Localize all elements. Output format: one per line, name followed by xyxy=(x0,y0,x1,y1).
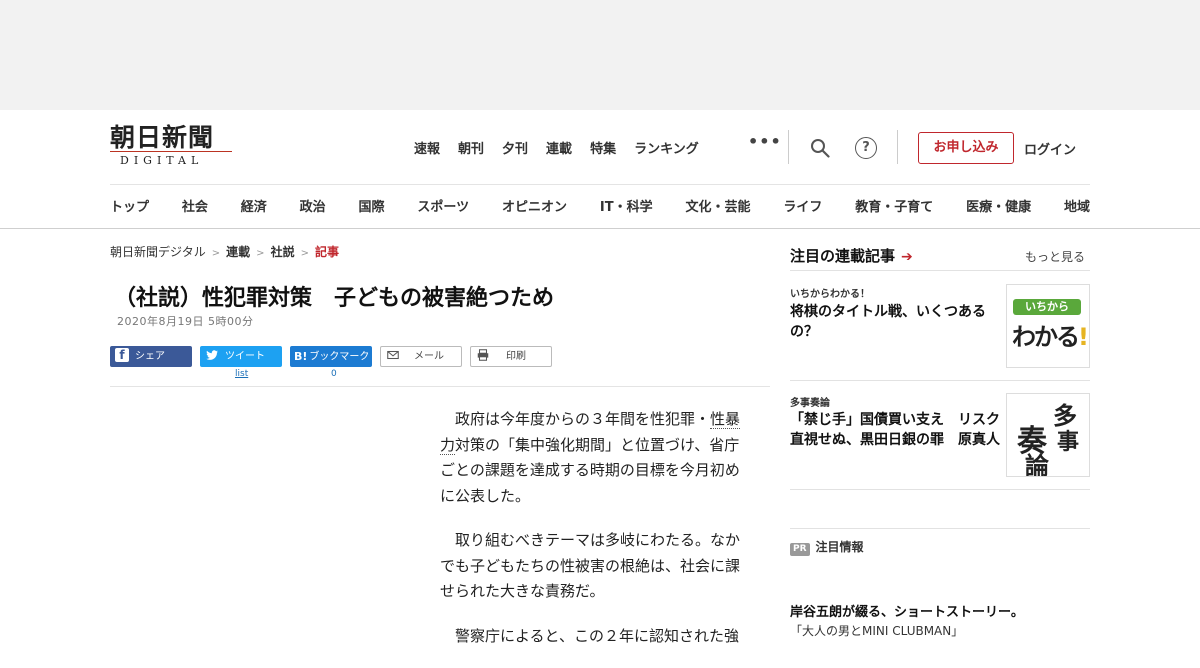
facebook-share-label: シェア xyxy=(135,351,165,362)
logo-wordmark: 朝日新聞 xyxy=(110,123,215,152)
breadcrumb-rensai[interactable]: 連載 xyxy=(226,245,250,259)
printer-icon xyxy=(477,349,489,361)
breadcrumb-shasetsu[interactable]: 社説 xyxy=(271,245,295,259)
print-label: 印刷 xyxy=(506,351,526,362)
pr-label: 注目情報 xyxy=(815,540,864,554)
pr-item-title[interactable]: 岸谷五朗が綴る、ショートストーリー。 xyxy=(790,601,1024,620)
thumbnail-label: いちから xyxy=(1013,299,1081,315)
cat-education[interactable]: 教育・子育て xyxy=(855,196,933,215)
topnav-tokushu[interactable]: 特集 xyxy=(590,138,616,157)
sidebar-item-kicker[interactable]: いちからわかる！ xyxy=(790,285,870,300)
hatena-bookmark-button[interactable]: B! ブックマーク xyxy=(290,346,372,367)
cat-it-science[interactable]: IT・科学 xyxy=(600,196,653,215)
cat-economy[interactable]: 経済 xyxy=(241,196,267,215)
article-paragraph: 取り組むべきテーマは多岐にわたる。なかでも子どもたちの性被害の根絶は、社会に課せ… xyxy=(440,531,741,600)
cat-opinion[interactable]: オピニオン xyxy=(502,196,567,215)
subscribe-button[interactable]: お申し込み xyxy=(918,132,1014,164)
mail-share-label: メール xyxy=(414,351,444,362)
top-nav: 速報 朝刊 夕刊 連載 特集 ランキング xyxy=(414,138,717,157)
cat-politics[interactable]: 政治 xyxy=(300,196,326,215)
calligraphy-char: 事 xyxy=(1057,429,1080,455)
sidebar-divider xyxy=(790,380,1090,381)
facebook-icon: f xyxy=(115,348,129,362)
sidebar-item-title[interactable]: 「禁じ手」国債買い支え リスク直視せぬ、黒田日銀の罪 原真人 xyxy=(790,410,1002,450)
more-menu-icon[interactable]: ••• xyxy=(748,132,782,151)
logo-subtitle: DIGITAL xyxy=(110,151,250,167)
cat-sports[interactable]: スポーツ xyxy=(417,196,469,215)
arrow-right-icon: ➔ xyxy=(901,249,913,265)
sidebar-item-title[interactable]: 将棋のタイトル戦、いくつあるの？ xyxy=(790,302,1002,342)
twitter-share-label: ツイート xyxy=(225,351,265,362)
article-paragraph: 警察庁によると、この２年に認知された強 xyxy=(455,626,739,645)
hatena-bookmark-count[interactable]: 0 xyxy=(331,369,337,379)
sidebar-item-kicker[interactable]: 多事奏論 xyxy=(790,394,830,409)
header-divider xyxy=(897,130,898,164)
search-icon[interactable] xyxy=(810,138,830,158)
sidebar-divider xyxy=(790,270,1090,271)
cat-health[interactable]: 医療・健康 xyxy=(966,196,1031,215)
article-separator xyxy=(110,386,770,387)
twitter-count-link[interactable]: list xyxy=(235,369,248,379)
cat-culture[interactable]: 文化・芸能 xyxy=(685,196,750,215)
breadcrumb-separator: > xyxy=(300,248,309,259)
thumbnail-title-text: わかる xyxy=(1012,323,1080,351)
breadcrumb-separator: > xyxy=(211,248,221,259)
breadcrumb-home[interactable]: 朝日新聞デジタル xyxy=(110,245,206,259)
hatena-bookmark-label: ブックマーク xyxy=(309,351,370,363)
sidebar-more-link[interactable]: もっと見る xyxy=(1025,248,1085,265)
header-divider xyxy=(788,130,789,164)
paragraph-text: 対策の「集中強化期間」と位置づけ、省庁ごとの課題を達成する時期の目標を今月初めに… xyxy=(440,435,740,505)
facebook-share-button[interactable]: f シェア xyxy=(110,346,192,367)
site-logo[interactable]: 朝日新聞 DIGITAL xyxy=(110,124,250,172)
sidebar-heading[interactable]: 注目の連載記事 ➔ xyxy=(790,245,913,266)
paragraph-text: 政府は今年度からの３年間を性犯罪・ xyxy=(455,410,711,428)
pr-badge: PR xyxy=(790,543,810,556)
breadcrumb-current: 記事 xyxy=(314,245,339,259)
cat-society[interactable]: 社会 xyxy=(182,196,208,215)
pr-section-heading: PR 注目情報 xyxy=(790,538,864,556)
cat-international[interactable]: 国際 xyxy=(359,196,385,215)
hatena-bookmark-icon: B! xyxy=(294,350,308,363)
calligraphy-char: 論 xyxy=(1025,451,1049,477)
topnav-sokuho[interactable]: 速報 xyxy=(414,138,440,157)
article-title: （社説）性犯罪対策 子どもの被害絶つため xyxy=(114,286,555,311)
login-link[interactable]: ログイン xyxy=(1024,139,1076,158)
sidebar-divider xyxy=(790,528,1090,529)
print-button[interactable]: 印刷 xyxy=(470,346,552,367)
thumbnail-title: わかる! xyxy=(1012,317,1089,352)
help-icon[interactable]: ? xyxy=(855,137,877,159)
article-paragraph: 政府は今年度からの３年間を性犯罪・性暴力対策の「集中強化期間」と位置づけ、省庁ご… xyxy=(440,407,752,509)
sidebar-heading-text: 注目の連載記事 xyxy=(790,247,896,265)
topnav-choukan[interactable]: 朝刊 xyxy=(458,138,484,157)
cat-region[interactable]: 地域 xyxy=(1064,196,1090,215)
topnav-rensai[interactable]: 連載 xyxy=(546,138,572,157)
breadcrumb-separator: > xyxy=(256,248,265,259)
sidebar-divider xyxy=(790,489,1090,490)
article-date: 2020年8月19日 5時00分 xyxy=(117,315,254,328)
header-separator xyxy=(110,184,1090,185)
sidebar-item-thumbnail[interactable]: 多 奏 事 論 xyxy=(1006,393,1090,477)
breadcrumb: 朝日新聞デジタル > 連載 > 社説 > 記事 xyxy=(110,243,339,260)
cat-life[interactable]: ライフ xyxy=(783,196,822,215)
topnav-yuukan[interactable]: 夕刊 xyxy=(502,138,528,157)
topnav-ranking[interactable]: ランキング xyxy=(634,138,699,157)
article-body: 政府は今年度からの３年間を性犯罪・性暴力対策の「集中強化期間」と位置づけ、省庁ご… xyxy=(440,407,752,668)
category-nav: トップ 社会 経済 政治 国際 スポーツ オピニオン IT・科学 文化・芸能 ラ… xyxy=(110,196,1090,215)
twitter-bird-icon xyxy=(206,350,218,360)
cat-top[interactable]: トップ xyxy=(110,196,149,215)
pr-item-subtitle[interactable]: 「大人の男とMINI CLUBMAN」 xyxy=(790,622,963,639)
twitter-share-button[interactable]: ツイート xyxy=(200,346,282,367)
ad-banner-area xyxy=(0,0,1200,110)
site-header: 朝日新聞 DIGITAL 速報 朝刊 夕刊 連載 特集 ランキング ••• ? … xyxy=(0,110,1200,229)
mail-icon xyxy=(387,350,399,360)
thumbnail-exclamation: ! xyxy=(1078,323,1089,351)
mail-share-button[interactable]: メール xyxy=(380,346,462,367)
sidebar-item-thumbnail[interactable]: いちから わかる! xyxy=(1006,284,1090,368)
